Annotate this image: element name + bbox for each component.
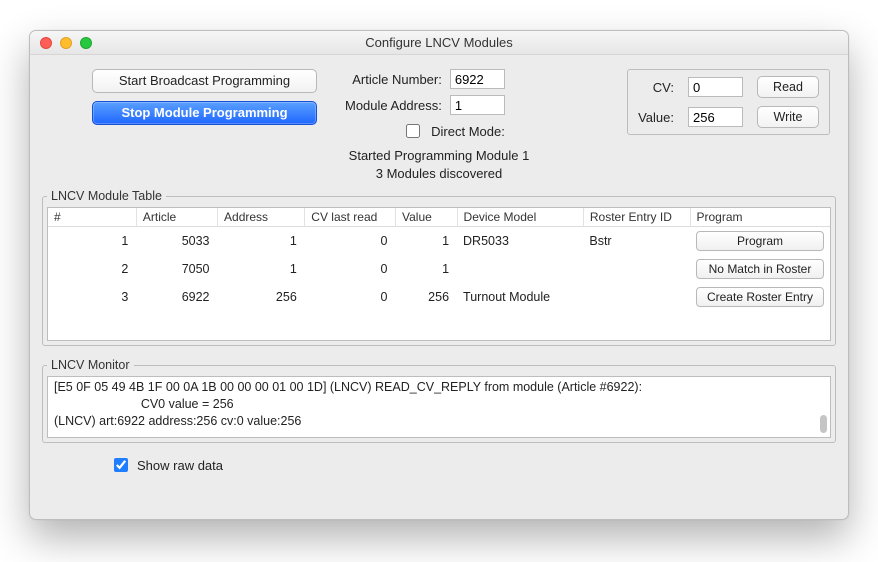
col-program[interactable]: Program	[690, 208, 830, 227]
article-number-input[interactable]	[450, 69, 505, 89]
cell-program: No Match in Roster	[690, 255, 830, 283]
monitor-text[interactable]: [E5 0F 05 49 4B 1F 00 0A 1B 00 00 00 01 …	[47, 376, 831, 438]
cell-roster	[583, 255, 690, 283]
status-text: Started Programming Module 1 3 Modules d…	[40, 147, 838, 183]
close-icon[interactable]	[40, 37, 52, 49]
cv-input[interactable]	[688, 77, 743, 97]
start-broadcast-button[interactable]: Start Broadcast Programming	[92, 69, 317, 93]
table-row[interactable]: 369222560256Turnout ModuleCreate Roster …	[48, 283, 830, 311]
stop-module-button[interactable]: Stop Module Programming	[92, 101, 317, 125]
table-row[interactable]: 27050101No Match in Roster	[48, 255, 830, 283]
status-line-2: 3 Modules discovered	[40, 165, 838, 183]
content-area: Start Broadcast Programming Stop Module …	[30, 55, 848, 519]
cell-article: 7050	[136, 255, 217, 283]
program-row-button[interactable]: Create Roster Entry	[696, 287, 824, 307]
write-button[interactable]: Write	[757, 106, 819, 128]
module-fields: Article Number: Module Address: Direct M…	[345, 69, 505, 141]
cell-roster: Bstr	[583, 227, 690, 256]
col-address[interactable]: Address	[218, 208, 305, 227]
cv-label: CV:	[638, 80, 674, 95]
direct-mode-checkbox[interactable]	[406, 124, 420, 138]
show-raw-checkbox[interactable]	[114, 458, 128, 472]
cell-value: 1	[395, 227, 457, 256]
minimize-icon[interactable]	[60, 37, 72, 49]
direct-mode-label: Direct Mode:	[431, 124, 505, 139]
cell-cvlast: 0	[305, 283, 396, 311]
module-address-label: Module Address:	[345, 98, 442, 113]
cell-value: 256	[395, 283, 457, 311]
show-raw-label: Show raw data	[137, 458, 223, 473]
col-model[interactable]: Device Model	[457, 208, 583, 227]
col-cvlast[interactable]: CV last read	[305, 208, 396, 227]
cell-value: 1	[395, 255, 457, 283]
programming-buttons: Start Broadcast Programming Stop Module …	[92, 69, 317, 125]
cell-address: 256	[218, 283, 305, 311]
top-panel: Start Broadcast Programming Stop Module …	[40, 63, 838, 145]
table-header-row: # Article Address CV last read Value Dev…	[48, 208, 830, 227]
cell-program: Create Roster Entry	[690, 283, 830, 311]
monitor-legend: LNCV Monitor	[47, 358, 134, 372]
module-table-legend: LNCV Module Table	[47, 189, 166, 203]
monitor-group: LNCV Monitor [E5 0F 05 49 4B 1F 00 0A 1B…	[42, 358, 836, 443]
cv-panel: CV: Read Value: Write	[627, 69, 830, 135]
col-roster[interactable]: Roster Entry ID	[583, 208, 690, 227]
cell-roster	[583, 283, 690, 311]
show-raw-row: Show raw data	[110, 455, 838, 475]
read-button[interactable]: Read	[757, 76, 819, 98]
module-address-input[interactable]	[450, 95, 505, 115]
cell-article: 5033	[136, 227, 217, 256]
cell-address: 1	[218, 255, 305, 283]
titlebar: Configure LNCV Modules	[30, 31, 848, 55]
cell-num: 3	[48, 283, 136, 311]
table-row[interactable]: 15033101DR5033BstrProgram	[48, 227, 830, 256]
cell-article: 6922	[136, 283, 217, 311]
cell-cvlast: 0	[305, 227, 396, 256]
value-input[interactable]	[688, 107, 743, 127]
module-table-group: LNCV Module Table # Article Address CV l…	[42, 189, 836, 346]
app-window: Configure LNCV Modules Start Broadcast P…	[29, 30, 849, 520]
status-line-1: Started Programming Module 1	[40, 147, 838, 165]
module-table: # Article Address CV last read Value Dev…	[48, 208, 830, 311]
cell-num: 2	[48, 255, 136, 283]
window-title: Configure LNCV Modules	[30, 35, 848, 50]
col-num[interactable]: #	[48, 208, 136, 227]
cell-address: 1	[218, 227, 305, 256]
module-table-container: # Article Address CV last read Value Dev…	[47, 207, 831, 341]
program-row-button[interactable]: Program	[696, 231, 824, 251]
cell-cvlast: 0	[305, 255, 396, 283]
scrollbar-thumb[interactable]	[820, 415, 827, 433]
cell-model: Turnout Module	[457, 283, 583, 311]
cell-model: DR5033	[457, 227, 583, 256]
article-number-label: Article Number:	[345, 72, 442, 87]
cell-program: Program	[690, 227, 830, 256]
zoom-icon[interactable]	[80, 37, 92, 49]
cell-num: 1	[48, 227, 136, 256]
window-controls	[40, 37, 92, 49]
col-article[interactable]: Article	[136, 208, 217, 227]
program-row-button[interactable]: No Match in Roster	[696, 259, 824, 279]
col-value[interactable]: Value	[395, 208, 457, 227]
value-label: Value:	[638, 110, 674, 125]
cell-model	[457, 255, 583, 283]
